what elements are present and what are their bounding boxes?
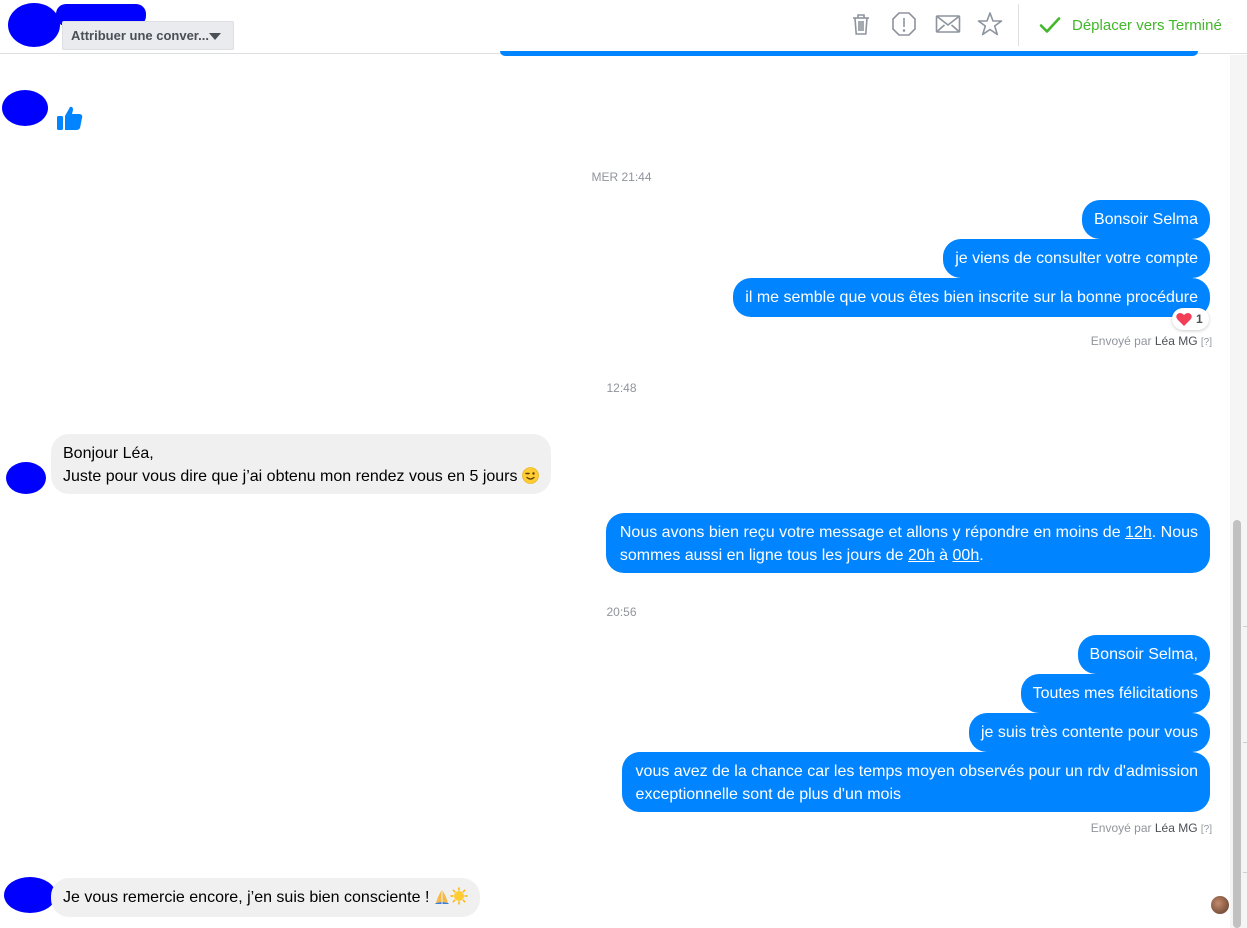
contact-avatar-redacted <box>4 877 56 913</box>
time-link[interactable]: 12h <box>1125 524 1152 541</box>
previous-message-bubble-edge <box>500 51 1198 56</box>
message-text: Bonsoir Selma, <box>1089 646 1199 663</box>
report-icon[interactable] <box>891 11 917 37</box>
trash-icon[interactable] <box>848 11 874 37</box>
mail-icon[interactable] <box>935 11 961 37</box>
contact-avatar-redacted <box>6 462 46 494</box>
outgoing-message[interactable]: vous avez de la chance car les temps moy… <box>621 752 1210 812</box>
sun-emoji-icon <box>450 887 468 905</box>
messenger-conversation: Attribuer une conver... Déplacer vers Te… <box>0 0 1247 928</box>
panel-edge <box>1243 872 1247 873</box>
timestamp: MER 21:44 <box>591 170 652 184</box>
incoming-message[interactable]: Bonjour Léa, Juste pour vous dire que j’… <box>51 434 551 494</box>
panel-edge <box>1243 742 1247 743</box>
message-text: il me semble que vous êtes bien inscrite… <box>745 289 1198 306</box>
outgoing-message[interactable]: il me semble que vous êtes bien inscrite… <box>733 278 1210 317</box>
conversation-header: Attribuer une conver... Déplacer vers Te… <box>0 0 1247 54</box>
scrollbar-thumb[interactable] <box>1233 520 1241 928</box>
message-text: je viens de consulter votre compte <box>955 250 1198 267</box>
message-text: je suis très contente pour vous <box>980 724 1198 741</box>
message-reaction[interactable]: 1 <box>1172 308 1209 330</box>
outgoing-message[interactable]: Bonsoir Selma <box>1081 200 1210 239</box>
reaction-count: 1 <box>1196 312 1203 326</box>
assign-conversation-dropdown[interactable]: Attribuer une conver... <box>62 21 234 50</box>
move-to-done-button[interactable]: Déplacer vers Terminé <box>1038 13 1222 37</box>
sent-by-prefix: Envoyé par <box>1090 334 1152 348</box>
star-icon[interactable] <box>977 11 1003 37</box>
praying-hands-emoji-icon <box>434 890 449 904</box>
message-text: Toutes mes félicitations <box>1032 685 1198 702</box>
contact-avatar-redacted <box>2 90 48 126</box>
auto-reply-text: Nous avons bien reçu votre message et al… <box>619 524 1126 541</box>
read-receipt-avatar <box>1211 896 1229 914</box>
auto-reply-text: à <box>934 547 953 564</box>
incoming-message[interactable]: Je vous remercie encore, j’en suis bien … <box>51 878 480 917</box>
move-to-done-label: Déplacer vers Terminé <box>1072 16 1222 34</box>
outgoing-message[interactable]: Bonsoir Selma, <box>1077 635 1210 674</box>
check-icon <box>1039 17 1061 33</box>
wink-emoji-icon <box>522 467 539 484</box>
panel-edge <box>1243 626 1247 627</box>
timestamp: 12:48 <box>606 381 637 395</box>
sender-name[interactable]: Léa MG <box>1155 334 1198 348</box>
message-text-line: vous avez de la chance car les temps moy… <box>635 763 1198 780</box>
sent-by-prefix: Envoyé par <box>1090 821 1152 835</box>
auto-reply-text: . Nous <box>1151 524 1198 541</box>
message-text-line: exceptionnelle sont de plus d'un mois <box>635 786 901 803</box>
chevron-down-icon <box>209 33 221 40</box>
header-divider <box>1018 4 1019 46</box>
message-text: Bonsoir Selma <box>1093 211 1198 228</box>
auto-reply-text: . <box>979 547 984 564</box>
outgoing-auto-reply[interactable]: Nous avons bien reçu votre message et al… <box>605 513 1210 573</box>
message-text: Je vous remercie encore, j’en suis bien … <box>63 889 434 906</box>
outgoing-message[interactable]: je viens de consulter votre compte <box>943 239 1210 278</box>
heart-icon <box>1176 312 1192 326</box>
message-text-line: Bonjour Léa, <box>63 445 154 462</box>
assign-conversation-label: Attribuer une conver... <box>71 28 209 43</box>
time-link[interactable]: 00h <box>953 547 980 564</box>
help-link[interactable]: [?] <box>1201 337 1212 348</box>
auto-reply-text: sommes aussi en ligne tous les jours de <box>619 547 909 564</box>
thumbs-up-icon <box>57 106 83 130</box>
time-link[interactable]: 20h <box>908 547 935 564</box>
help-link[interactable]: [?] <box>1201 824 1212 835</box>
timestamp: 20:56 <box>606 605 637 619</box>
message-text-line: Juste pour vous dire que j’ai obtenu mon… <box>63 468 518 485</box>
contact-avatar-redacted <box>8 3 60 47</box>
sent-by-info: Envoyé par Léa MG [?] <box>1091 334 1212 348</box>
sender-name[interactable]: Léa MG <box>1155 821 1198 835</box>
outgoing-message[interactable]: je suis très contente pour vous <box>968 713 1210 752</box>
sent-by-info: Envoyé par Léa MG [?] <box>1091 821 1212 835</box>
outgoing-message[interactable]: Toutes mes félicitations <box>1020 674 1210 713</box>
